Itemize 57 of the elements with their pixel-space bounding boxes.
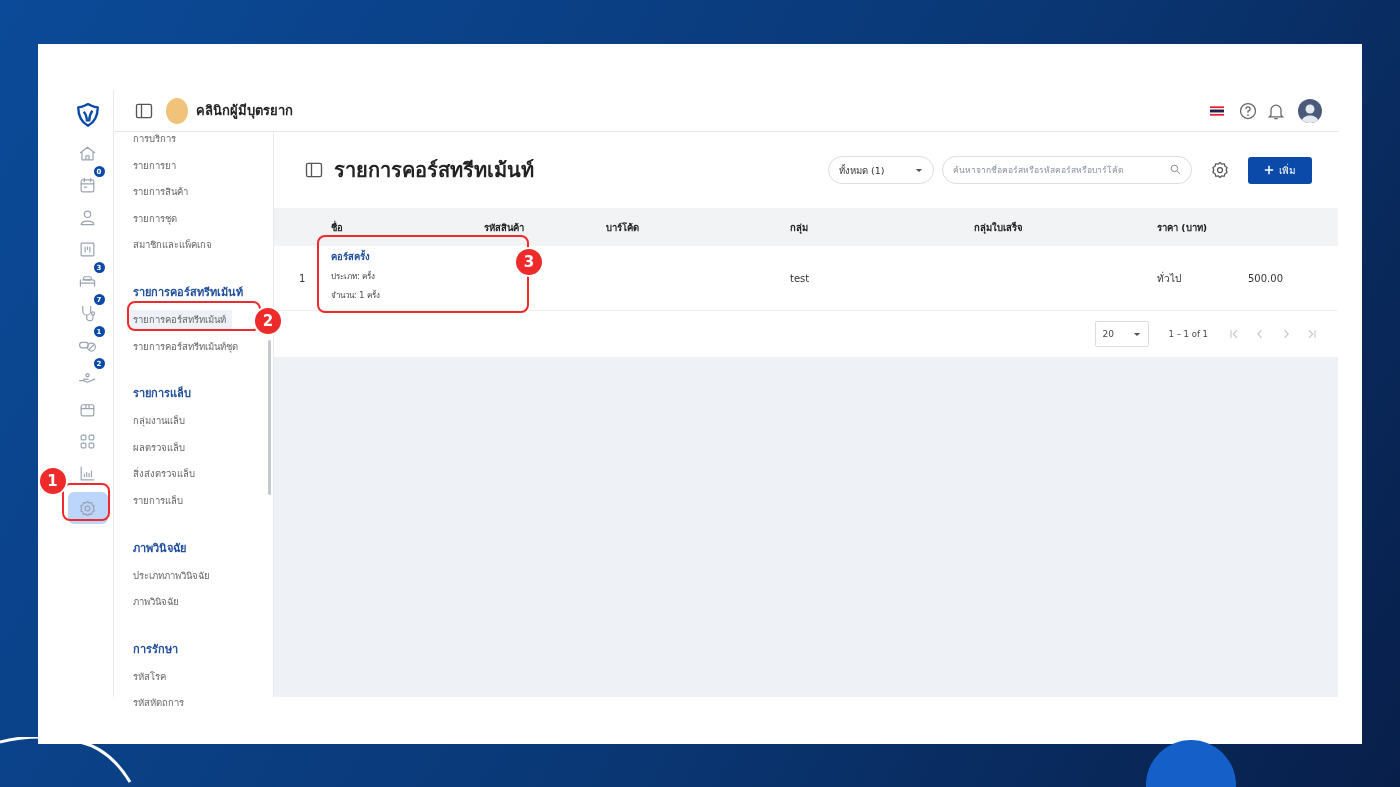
column-header: บาร์โค้ด bbox=[606, 220, 640, 235]
caret-icon bbox=[1132, 331, 1141, 337]
settings-icon bbox=[78, 498, 97, 518]
clinic-name: คลินิกผู้มีบุตรยาก bbox=[196, 102, 293, 121]
section-heading: การรักษา bbox=[133, 641, 179, 658]
menu-item[interactable]: รายการชุด bbox=[133, 211, 273, 239]
course-type: ประเภท: ครั้ง bbox=[331, 270, 377, 283]
page-size-dropdown[interactable]: 20 bbox=[1094, 321, 1149, 347]
row-number: 1 bbox=[298, 272, 307, 284]
table-cell-text: 500.00 bbox=[1248, 272, 1284, 284]
flag-icon[interactable] bbox=[1210, 105, 1224, 116]
search-field[interactable]: ค้นหาจากชื่อคอร์สหรือรหัสคอร์สหรือบาร์โค้ด bbox=[942, 156, 1192, 184]
clinic-avatar bbox=[166, 97, 188, 124]
column-header: ชื่อ bbox=[331, 219, 344, 235]
column-header: กลุ่มใบเสร็จ bbox=[974, 220, 1024, 235]
table-cell-text: ทั่วไป bbox=[1157, 270, 1182, 286]
menu-item[interactable]: รหัสโรค bbox=[133, 669, 273, 697]
avatar-icon[interactable] bbox=[1298, 98, 1322, 123]
menu-item[interactable]: รหัสหัตถการ bbox=[133, 696, 273, 723]
plus-icon bbox=[1264, 165, 1274, 175]
menu-item[interactable]: ภาพวินิจฉัย bbox=[133, 595, 273, 622]
panel-icon bbox=[304, 160, 324, 180]
page-range: 1 – 1 of 1 bbox=[1168, 329, 1208, 339]
column-header: ราคา (บาท) bbox=[1157, 220, 1208, 235]
menu-item[interactable]: การบริการ bbox=[133, 132, 273, 159]
table-cell-text: test bbox=[790, 272, 811, 284]
add-button[interactable]: เพิ่ม bbox=[1248, 156, 1312, 184]
section-heading: ภาพวินิจฉัย bbox=[133, 540, 187, 557]
menu-item[interactable]: ประเภทภาพวินิจฉัย bbox=[133, 568, 273, 596]
column-header: กลุ่ม bbox=[790, 220, 809, 235]
menu-item[interactable]: กลุ่มงานแล็บ bbox=[133, 414, 273, 441]
nav-rail-button[interactable] bbox=[67, 492, 108, 524]
page-title: รายการคอร์สทรีทเม้นท์ bbox=[334, 157, 534, 184]
settings-icon[interactable] bbox=[1210, 160, 1230, 180]
scrollbar[interactable] bbox=[268, 340, 271, 495]
home-icon bbox=[78, 143, 97, 163]
step-badge: 3 bbox=[514, 246, 544, 277]
step-badge: 1 bbox=[37, 466, 68, 496]
section-heading: รายการคอร์สทรีทเม้นท์ bbox=[133, 284, 244, 301]
menu-item[interactable]: ผลตรวจแล็บ bbox=[133, 440, 273, 468]
search-icon bbox=[1169, 163, 1182, 176]
step-badge: 2 bbox=[253, 305, 283, 336]
menu-item[interactable]: รายการสินค้า bbox=[133, 185, 273, 212]
shield-logo-icon bbox=[74, 102, 101, 128]
course-name-link[interactable]: คอร์สครั้ง bbox=[331, 248, 484, 264]
menu-item[interactable]: รายการแล็บ bbox=[133, 493, 273, 521]
menu-item[interactable]: รายการคอร์สทรีทเม้นท์ bbox=[127, 309, 232, 330]
menu-item[interactable]: สมาชิกและแพ็คเกจ bbox=[133, 238, 273, 265]
menu-item[interactable]: สิ่งส่งตรวจแล็บ bbox=[133, 467, 273, 494]
calendar-icon bbox=[78, 175, 97, 195]
section-heading: รายการแล็บ bbox=[133, 385, 192, 403]
help-icon[interactable] bbox=[1238, 100, 1258, 121]
course-quantity: จำนวน: 1 ครั้ง bbox=[331, 289, 381, 302]
caret-icon bbox=[915, 167, 923, 173]
column-header: รหัสสินค้า bbox=[484, 220, 525, 235]
menu-item[interactable]: รายการยา bbox=[133, 158, 273, 186]
menu-item[interactable]: รายการคอร์สทรีทเม้นท์ชุด bbox=[133, 339, 273, 367]
